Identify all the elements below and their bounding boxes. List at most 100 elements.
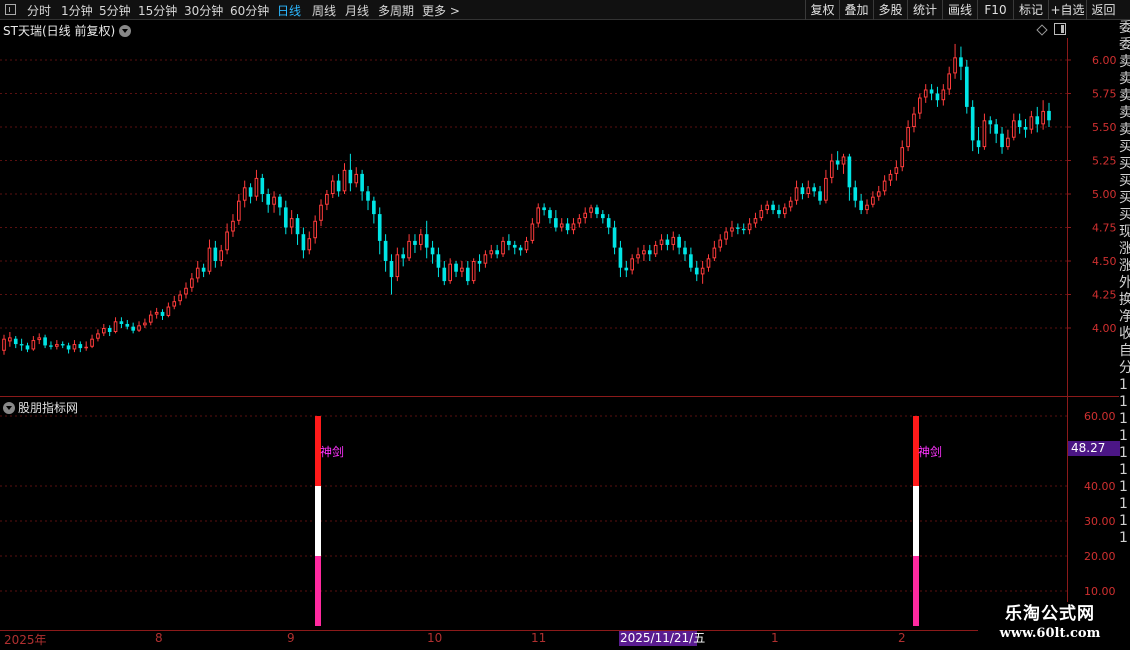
quote-row-label: 1: [1119, 445, 1128, 461]
candle-body-up: [706, 258, 711, 268]
candle-body-down: [260, 177, 265, 194]
candle-body-down: [295, 218, 300, 235]
candle-body-down: [107, 328, 112, 333]
candle-body-up: [237, 200, 241, 221]
candle-body-up: [589, 207, 593, 213]
candle-body-down: [160, 311, 165, 316]
quote-row-label: 自: [1119, 343, 1130, 359]
indicator-value-label: 48.27: [1068, 441, 1120, 456]
quote-row-label: 1: [1119, 377, 1128, 393]
quote-row-label: 换: [1119, 292, 1130, 308]
candle-body-down: [78, 344, 83, 349]
candle-body-down: [647, 250, 652, 255]
kline-chart: 6.00 5.75 5.50 5.25 5.00 4.75 4.50 4.25 4.00 60.0…: [0, 43, 1117, 626]
price-tick-label: 5.50: [1092, 121, 1117, 134]
quote-row-label: 1: [1119, 496, 1128, 512]
candle-body-up: [712, 247, 717, 259]
candle-body-up: [184, 287, 188, 295]
candle-body-up: [483, 254, 488, 264]
candle-body-down: [818, 191, 822, 201]
candle-body-up: [471, 261, 476, 282]
candle-body-down: [283, 207, 288, 228]
indicator-title[interactable]: 股朋指标网: [3, 399, 78, 416]
candle-body-down: [401, 254, 406, 259]
candle-body-up: [501, 240, 505, 255]
time-label: 10: [427, 631, 443, 645]
candle-body-down: [336, 180, 341, 192]
candle-body-down: [507, 240, 511, 245]
candle-body-down: [935, 93, 940, 101]
indicator-tick-label: 20.00: [1084, 550, 1116, 563]
candle-body-up: [747, 223, 752, 231]
candle-body-up: [330, 180, 335, 195]
candle-body-down: [25, 345, 30, 350]
candle-body-down: [348, 169, 353, 184]
candle-body-up: [536, 207, 541, 224]
candle-body-up: [272, 196, 276, 205]
candle-body-up: [307, 238, 312, 251]
candle-body-up: [824, 177, 828, 201]
candle-body-down: [301, 234, 306, 251]
candle-body-up: [289, 218, 294, 228]
candle-body-down: [512, 244, 517, 248]
candle-body-up: [489, 250, 494, 255]
quote-row-label: 卖: [1119, 54, 1130, 70]
candle-body-up: [342, 169, 347, 192]
candle-body-up: [8, 337, 12, 342]
quote-row-label: 买: [1119, 139, 1130, 155]
candle-body-up: [1006, 137, 1010, 148]
candle-body-up: [84, 346, 89, 349]
quote-row-label: 卖: [1119, 122, 1130, 138]
candle-body-down: [1035, 116, 1040, 125]
candle-body-down: [125, 323, 130, 327]
candle-body-up: [947, 73, 952, 90]
candle-body-up: [172, 301, 177, 307]
candle-body-up: [354, 173, 359, 184]
candle-body-down: [970, 106, 975, 141]
candle-body-up: [888, 173, 893, 181]
candle-body-down: [959, 57, 963, 67]
candle-body-up: [700, 267, 705, 275]
signal-bar-mid: [913, 486, 919, 556]
candle-body-up: [841, 156, 846, 165]
price-tick-label: 5.00: [1092, 188, 1117, 201]
candle-body-down: [119, 321, 124, 324]
candle-body-up: [571, 223, 576, 231]
quote-row-label: 1: [1119, 479, 1128, 495]
candle-body-down: [800, 187, 805, 194]
candle-body-down: [49, 345, 53, 347]
candle-body-up: [524, 240, 529, 251]
signal-label: 神剑: [320, 445, 345, 459]
quote-row-label: 1: [1119, 394, 1128, 410]
candle-body-up: [782, 207, 787, 215]
watermark: 乐淘公式网 www.60lt.com: [978, 602, 1122, 650]
candle-body-up: [143, 322, 147, 326]
chevron-down-icon[interactable]: [3, 402, 15, 414]
candle-body-up: [765, 204, 770, 211]
candle-body-up: [794, 187, 799, 201]
price-tick-label: 5.75: [1092, 88, 1117, 101]
indicator-tick-label: 60.00: [1084, 410, 1116, 423]
quote-row-label: 卖: [1119, 88, 1130, 104]
candle-body-down: [248, 187, 253, 197]
quote-row-label: 卖: [1119, 71, 1130, 87]
time-label: 1: [771, 631, 779, 645]
candle-body-up: [1041, 110, 1045, 125]
indicator-tick-label: 10.00: [1084, 585, 1116, 598]
candle-body-up: [900, 147, 905, 168]
candle-body-down: [812, 187, 816, 192]
candle-body-up: [395, 254, 400, 278]
candle-body-down: [366, 191, 370, 201]
candle-body-down: [677, 236, 681, 248]
price-tick-label: 4.50: [1092, 255, 1117, 268]
candle-body-down: [413, 240, 417, 245]
candle-body-up: [788, 200, 793, 208]
time-label: 2: [898, 631, 906, 645]
price-tick-label: 4.25: [1092, 289, 1117, 302]
candle-body-down: [131, 326, 135, 331]
quote-row-label: 1: [1119, 411, 1128, 427]
candle-body-up: [254, 177, 259, 197]
candle-body-up: [242, 187, 247, 201]
candle-body-up: [653, 244, 658, 255]
candle-body-down: [618, 247, 623, 268]
